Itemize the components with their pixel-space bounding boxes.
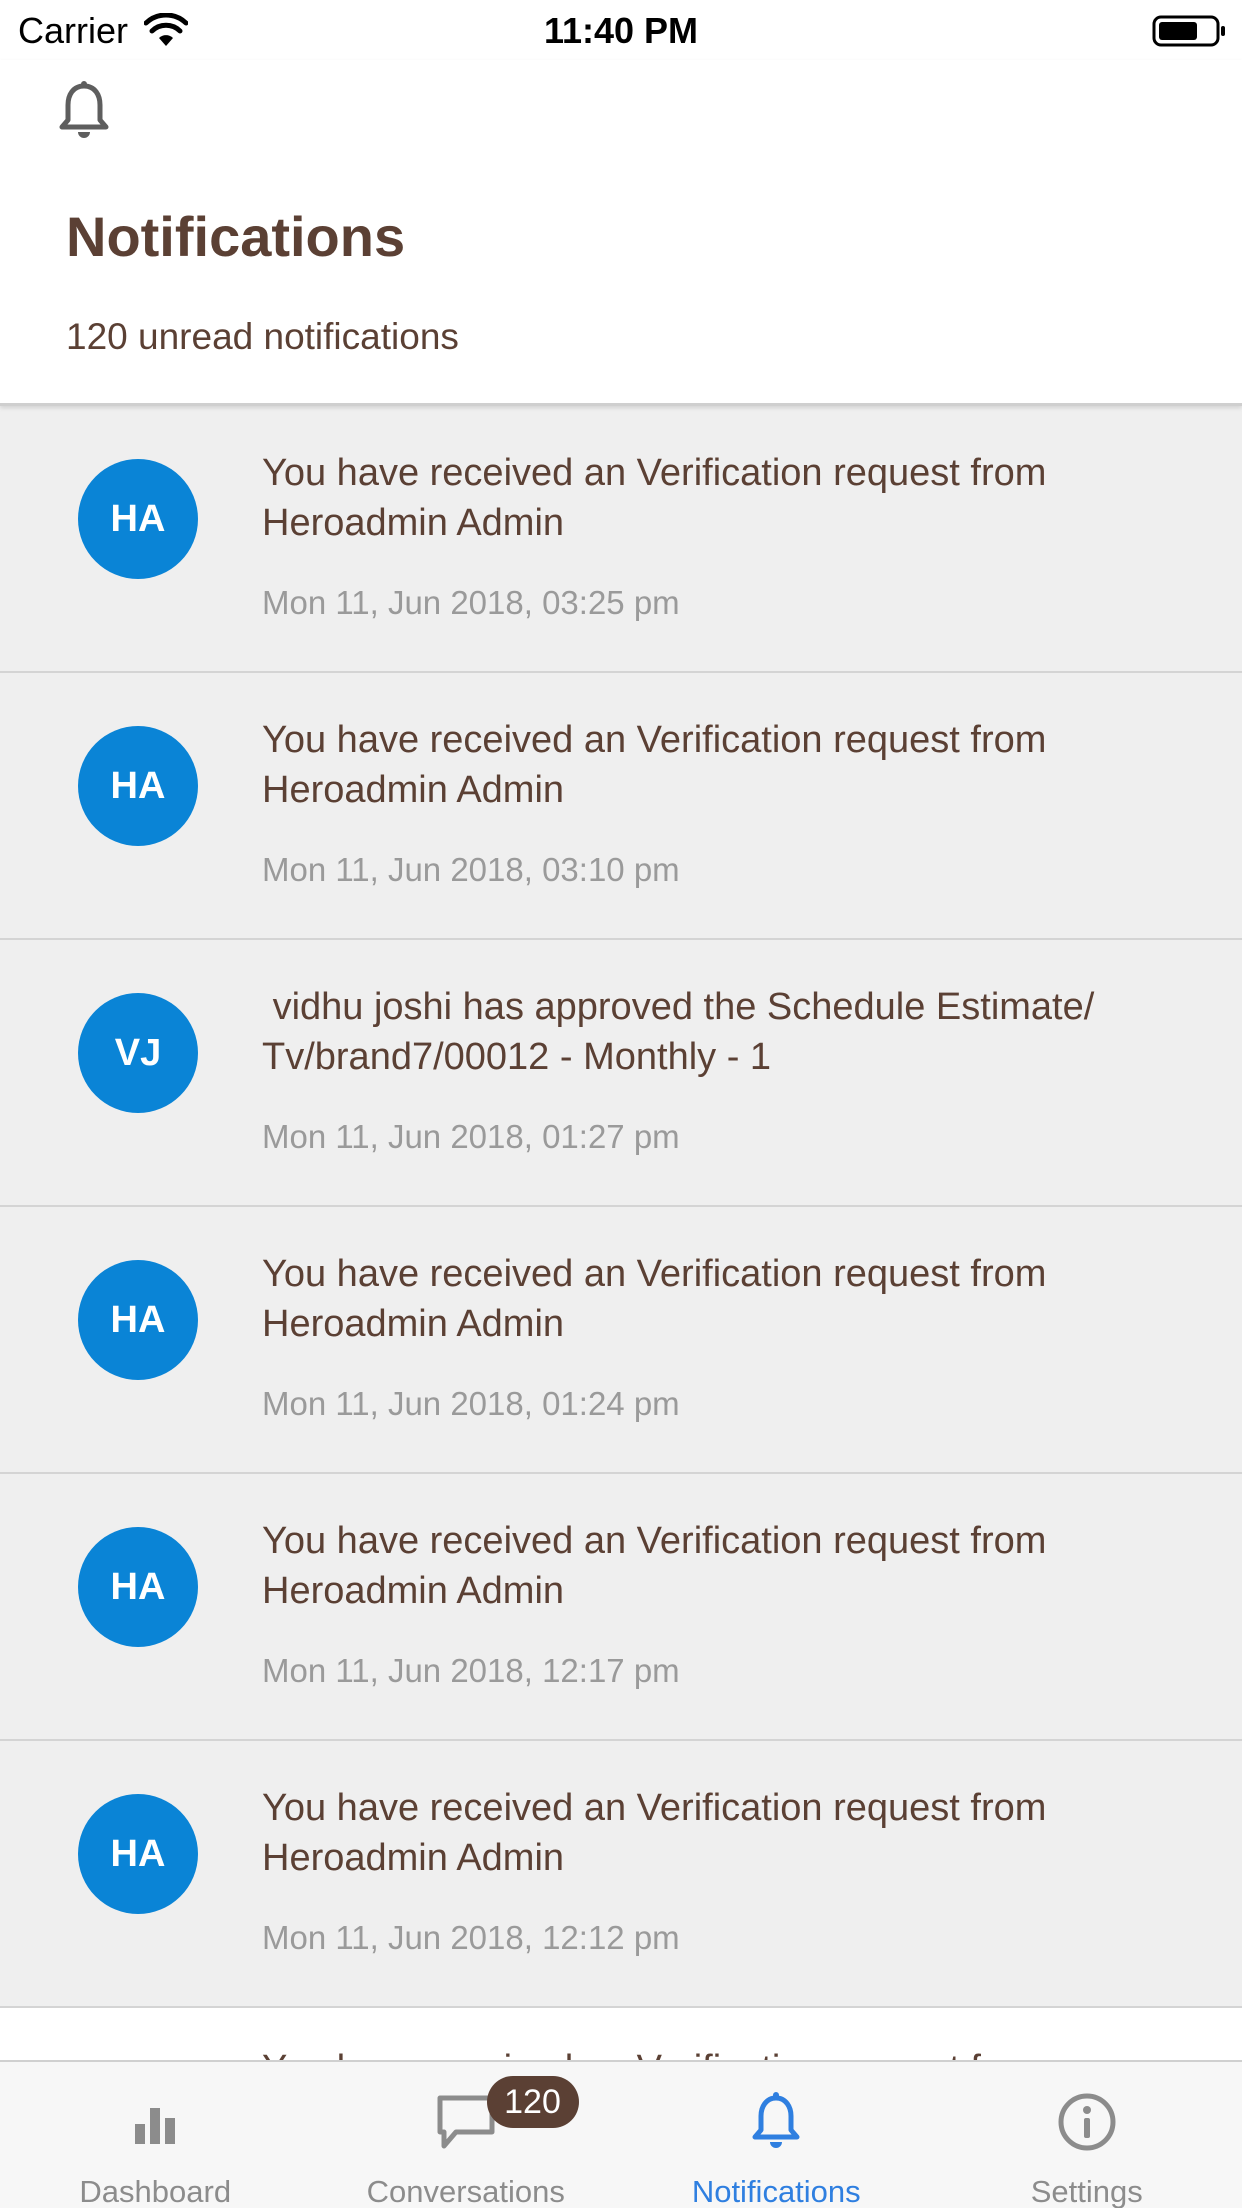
tab-label: Settings [1030,2174,1143,2208]
notification-item[interactable]: HA You have received an Verification req… [0,1741,1242,2008]
avatar: HA [78,1527,198,1647]
avatar: HA [78,459,198,579]
status-bar: Carrier 11:40 PM [0,0,1242,60]
notification-item[interactable]: HA You have received an Verification req… [0,406,1242,673]
unread-count: 120 unread notifications [66,316,459,357]
bar-chart-icon [135,2108,176,2144]
notifications-header: Notifications 120 unread notifications [0,60,1242,406]
notification-message: vidhu joshi has approved the Schedule Es… [262,986,1105,1078]
notification-item[interactable]: HA You have received an Verification req… [0,673,1242,940]
bell-icon [752,2092,800,2148]
tab-dashboard[interactable]: Dashboard [0,2062,311,2208]
tab-conversations[interactable]: 120 Conversations [311,2062,622,2208]
battery-icon [1152,15,1225,47]
notification-timestamp: Mon 11, Jun 2018, 03:25 pm [262,584,680,621]
avatar: HA [78,1260,198,1380]
avatar: HA [78,1794,198,1914]
notification-timestamp: Mon 11, Jun 2018, 12:12 pm [262,1919,680,1956]
notification-item[interactable]: HA You have received an Verification req… [0,1207,1242,1474]
tab-label: Dashboard [79,2174,232,2208]
avatar: VJ [78,993,198,1113]
unread-badge: 120 [486,2076,579,2128]
notification-timestamp: Mon 11, Jun 2018, 01:27 pm [262,1118,680,1155]
notification-message: You have received an Verification reques… [262,452,1047,544]
notification-item-partial[interactable]: You have received an Verification reques… [0,2008,1242,2060]
notification-message: You have received an Verification reques… [262,719,1047,811]
page-title: Notifications [66,205,406,268]
notification-timestamp: Mon 11, Jun 2018, 03:10 pm [262,851,680,888]
notification-message: You have received an Verification reques… [262,1253,1047,1345]
info-icon [1058,2093,1116,2151]
tab-notifications[interactable]: Notifications [621,2062,932,2208]
notification-message: You have received an Verification reques… [262,1787,1047,1879]
notification-message: You have received an Verification reques… [262,2044,1182,2060]
notification-timestamp: Mon 11, Jun 2018, 01:24 pm [262,1385,680,1422]
notification-message: You have received an Verification reques… [262,1520,1047,1612]
tab-settings[interactable]: Settings [932,2062,1242,2208]
status-time: 11:40 PM [543,10,699,51]
notification-item[interactable]: VJ vidhu joshi has approved the Schedule… [0,940,1242,1207]
tab-label: Notifications [691,2174,861,2208]
bell-icon[interactable] [56,80,112,144]
notification-item[interactable]: HA You have received an Verification req… [0,1474,1242,1741]
tab-label: Conversations [366,2174,565,2208]
notification-list[interactable]: HA You have received an Verification req… [0,406,1242,2060]
notification-timestamp: Mon 11, Jun 2018, 12:17 pm [262,1652,680,1689]
avatar: HA [78,726,198,846]
tab-bar: Dashboard 120 Conversations Notification… [0,2060,1242,2208]
